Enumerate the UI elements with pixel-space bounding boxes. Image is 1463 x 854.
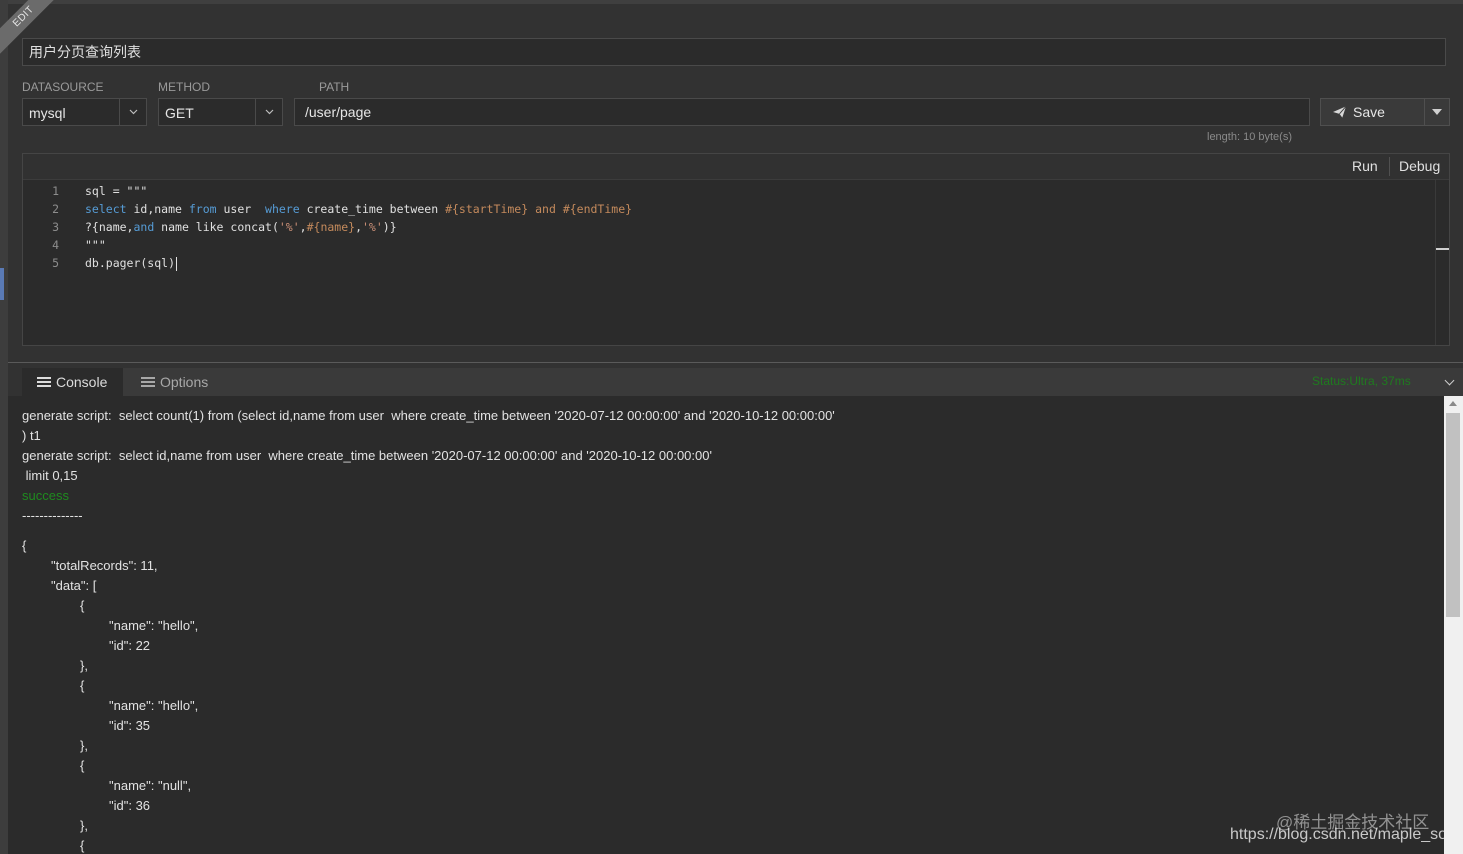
- console-line: "id": 35: [109, 718, 151, 733]
- text-cursor: [176, 256, 178, 271]
- datasource-select[interactable]: mysql: [22, 98, 147, 126]
- path-label: PATH: [319, 80, 350, 94]
- chevron-down-icon[interactable]: [255, 99, 282, 125]
- save-label: Save: [1353, 104, 1385, 120]
- code-text: db.pager(sql): [85, 256, 178, 271]
- tab-options[interactable]: Options: [126, 368, 236, 396]
- datasource-value: mysql: [29, 105, 66, 121]
- path-length-hint: length: 10 byte(s): [1207, 131, 1292, 143]
- console-line: {: [80, 838, 85, 853]
- tab-console-label: Console: [56, 374, 108, 390]
- scroll-marker: [1436, 248, 1449, 250]
- console-line: {: [80, 598, 85, 613]
- method-select[interactable]: GET: [158, 98, 283, 126]
- console-line: "data": [: [51, 578, 97, 593]
- list-icon: [37, 377, 51, 387]
- line-number: 5: [52, 256, 59, 270]
- console-line: "name": "hello",: [109, 618, 199, 633]
- collapse-console-button[interactable]: [1436, 368, 1463, 396]
- panel-divider[interactable]: [8, 362, 1463, 363]
- gutter-marker: [0, 268, 4, 300]
- run-button[interactable]: Run: [1352, 154, 1378, 179]
- chevron-down-icon: [1444, 375, 1455, 386]
- console-line: "name": "null",: [109, 778, 192, 793]
- save-options-button[interactable]: [1424, 98, 1450, 126]
- line-number: 4: [52, 238, 59, 252]
- console-line: {: [80, 678, 85, 693]
- line-number: 2: [52, 202, 59, 216]
- code-text: ?{name,and name like concat('%',#{name},…: [85, 220, 397, 234]
- console-line: "id": 22: [109, 638, 151, 653]
- tab-options-label: Options: [160, 374, 209, 390]
- top-strip: [0, 0, 1463, 4]
- watermark-url: https://blog.csdn.net/maple_son: [1230, 826, 1456, 843]
- script-editor: Run Debug 1 sql = """ 2 select id,name from…: [22, 153, 1450, 346]
- debug-button[interactable]: Debug: [1399, 154, 1440, 179]
- console-toolbar: Console Options Status:Ultra, 37ms: [22, 368, 1463, 396]
- console-line: generate script: select count(1) from (s…: [22, 408, 835, 423]
- console-line: success: [22, 488, 69, 503]
- console-line: --------------: [22, 508, 83, 523]
- console-line: {: [80, 758, 85, 773]
- chevron-down-icon[interactable]: [119, 99, 146, 125]
- left-gutter: [0, 0, 8, 854]
- code-text: """: [85, 238, 106, 252]
- save-button[interactable]: Save: [1320, 98, 1425, 126]
- console-line: ) t1: [22, 428, 41, 443]
- list-icon: [141, 377, 155, 387]
- status-text: Status:Ultra, 37ms: [1312, 374, 1411, 388]
- console-line: {: [22, 538, 27, 553]
- code-text: sql = """: [85, 184, 148, 198]
- console-line: "totalRecords": 11,: [51, 558, 158, 573]
- console-output: generate script: select count(1) from (s…: [8, 396, 1444, 854]
- console-line: "name": "hello",: [109, 698, 199, 713]
- tab-console[interactable]: Console: [22, 368, 123, 396]
- console-line: generate script: select id,name from use…: [22, 448, 712, 463]
- code-text: select id,name from user where create_ti…: [85, 202, 633, 216]
- datasource-label: DATASOURCE: [22, 80, 104, 94]
- scroll-up-icon[interactable]: [1449, 401, 1457, 406]
- path-input[interactable]: /user/page: [294, 98, 1310, 126]
- caret-down-icon: [1432, 109, 1442, 115]
- editor-toolbar: Run Debug: [23, 154, 1449, 180]
- editor-scrollbar[interactable]: [1435, 180, 1449, 345]
- method-value: GET: [165, 105, 194, 121]
- console-line: },: [80, 658, 88, 673]
- line-number: 1: [52, 184, 59, 198]
- console-line: "id": 36: [109, 798, 151, 813]
- console-line: limit 0,15: [22, 468, 78, 483]
- api-name-input[interactable]: 用户分页查询列表: [22, 38, 1446, 66]
- code-area[interactable]: 1 sql = """ 2 select id,name from user wher…: [23, 180, 1437, 345]
- console-line: },: [80, 738, 88, 753]
- scroll-thumb[interactable]: [1446, 413, 1460, 617]
- paper-plane-icon: [1333, 106, 1346, 118]
- console-scrollbar[interactable]: [1444, 396, 1463, 854]
- toolbar-divider: [1389, 157, 1390, 176]
- console-line: },: [80, 818, 88, 833]
- method-label: METHOD: [158, 80, 210, 94]
- line-number: 3: [52, 220, 59, 234]
